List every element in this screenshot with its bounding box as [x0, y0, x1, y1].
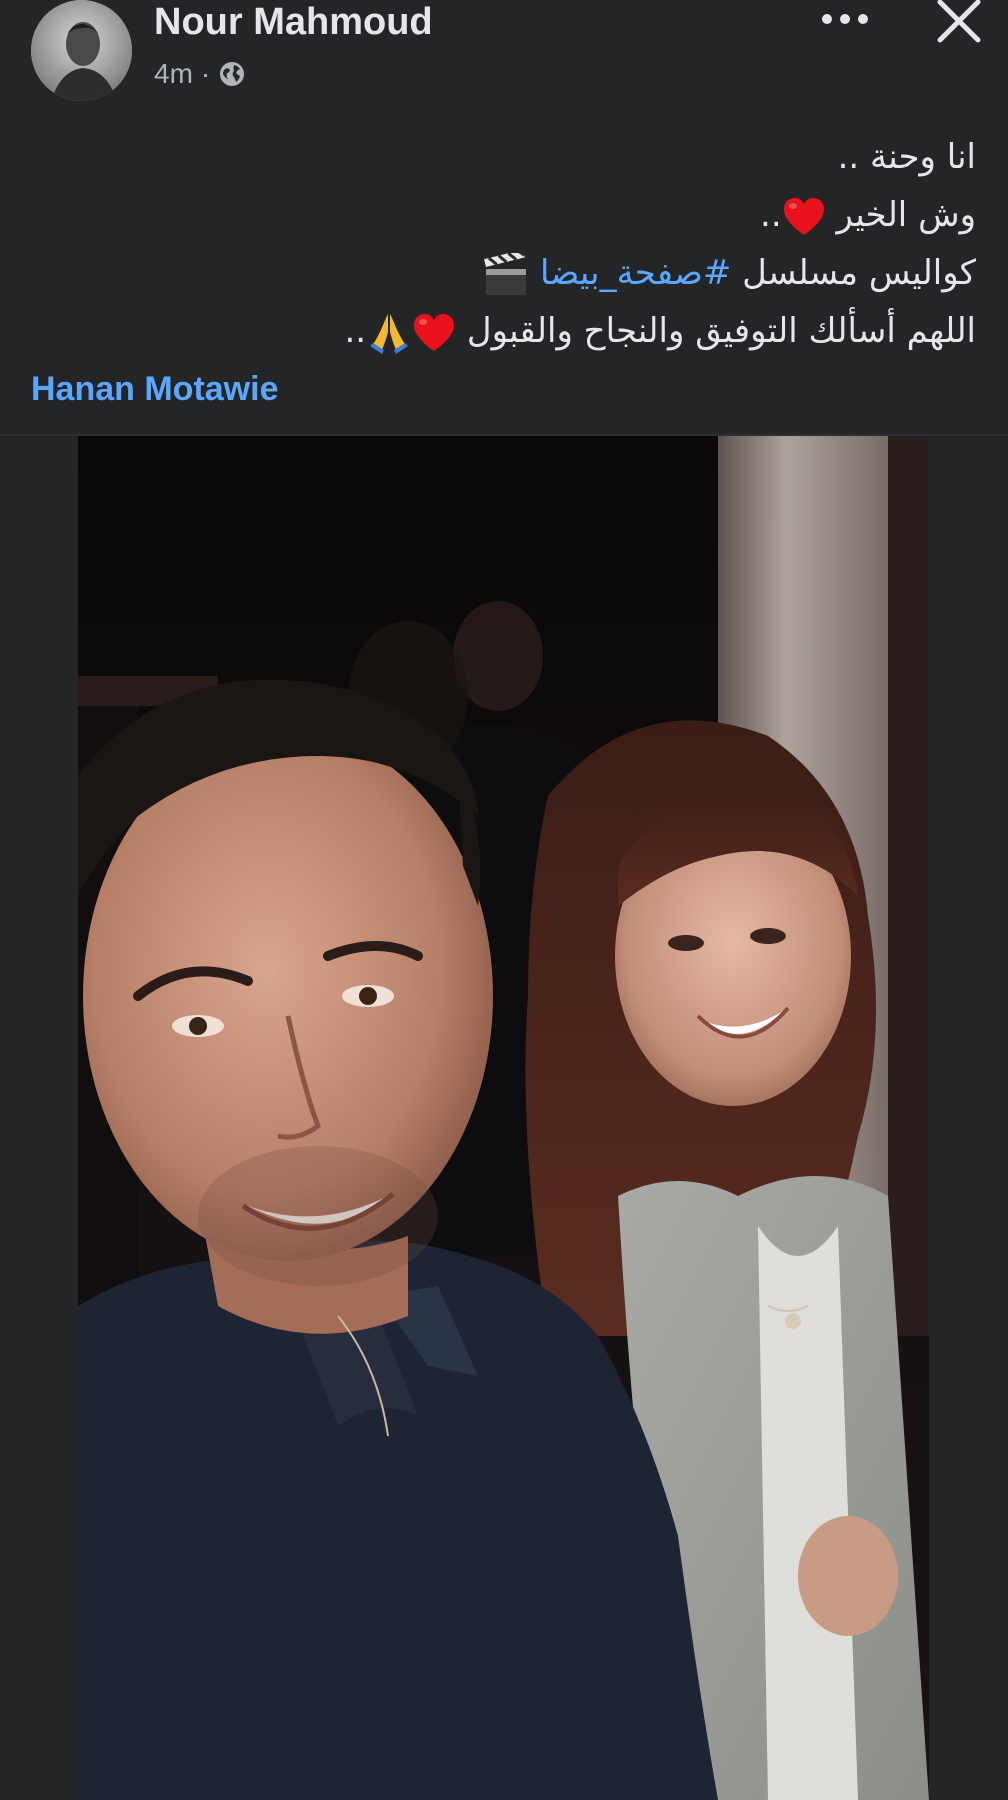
caption-line-4-text: اللهم أسألك التوفيق والنجاح والقبول: [466, 311, 976, 351]
post-meta: 4m ·: [154, 56, 246, 92]
caption-line-3-text: كواليس مسلسل: [731, 253, 976, 293]
globe-icon: [220, 62, 245, 86]
avatar-image: [31, 0, 132, 101]
author-name[interactable]: Nour Mahmoud: [154, 0, 433, 44]
hashtag-link[interactable]: #صفحة_بيضا: [540, 253, 731, 293]
caption-line-4-suffix: ..: [344, 311, 367, 351]
caption-line-2-text: وش الخير: [836, 195, 976, 235]
red-heart-emoji-icon: [414, 313, 455, 351]
post-time[interactable]: 4m: [154, 58, 193, 90]
post-photo[interactable]: [78, 436, 929, 1800]
meta-separator: ·: [200, 58, 211, 89]
post-viewer: Nour Mahmoud 4m · انا وحنة .. وش الخير .…: [0, 0, 1008, 1800]
caption-line-4: اللهم أسألك التوفيق والنجاح والقبول ..: [276, 302, 976, 360]
post-caption: انا وحنة .. وش الخير .. كواليس مسلسل #صف…: [276, 128, 976, 360]
tagged-person-link[interactable]: Hanan Motawie: [31, 365, 278, 413]
author-avatar[interactable]: [31, 0, 132, 101]
red-heart-emoji-icon: [783, 197, 824, 235]
caption-line-2-suffix: ..: [760, 195, 782, 235]
caption-line-1: انا وحنة ..: [837, 137, 976, 177]
folded-hands-emoji-icon: [370, 313, 409, 354]
caption-line-3: كواليس مسلسل #صفحة_بيضا: [276, 244, 976, 302]
caption-line-2: وش الخير ..: [276, 186, 976, 244]
close-icon[interactable]: [934, 0, 984, 44]
photo-image: [78, 436, 929, 1800]
post-header: Nour Mahmoud 4m ·: [0, 0, 1008, 110]
more-horizontal-icon[interactable]: [815, 4, 875, 34]
clapper-board-emoji-icon: [484, 252, 527, 295]
